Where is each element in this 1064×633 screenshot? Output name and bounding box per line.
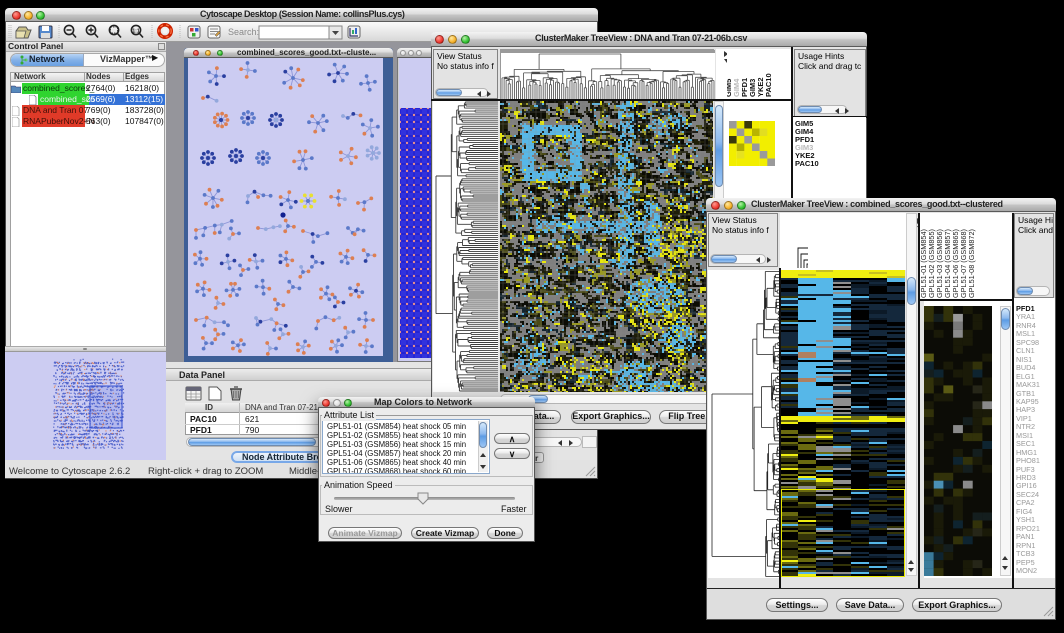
svg-text:Search:: Search: xyxy=(228,27,259,37)
svg-text:1:1: 1:1 xyxy=(132,29,139,35)
